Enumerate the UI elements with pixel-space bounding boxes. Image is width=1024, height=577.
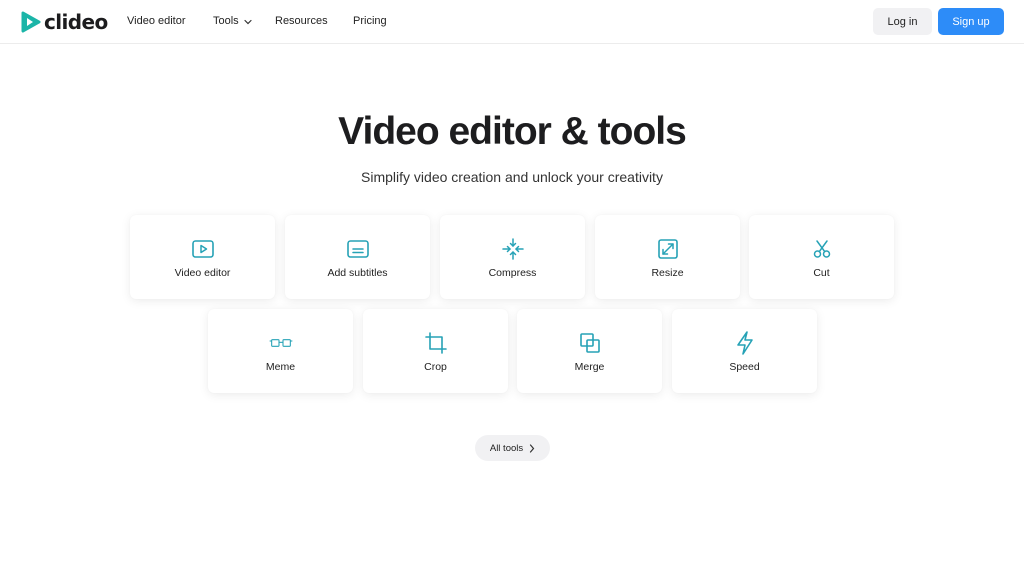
crop-icon bbox=[424, 332, 448, 354]
logo-play-icon bbox=[21, 11, 41, 33]
nav-tools[interactable]: Tools bbox=[213, 15, 252, 28]
chevron-down-icon bbox=[244, 19, 252, 24]
tool-card-video-editor[interactable]: Video editor bbox=[130, 215, 275, 299]
signup-button[interactable]: Sign up bbox=[938, 8, 1004, 35]
scissors-icon bbox=[810, 239, 834, 259]
nav-pricing-label: Pricing bbox=[353, 15, 387, 27]
resize-icon bbox=[656, 239, 680, 259]
clideo-logo[interactable]: clideo bbox=[21, 10, 108, 34]
nav-video-editor-label: Video editor bbox=[127, 15, 186, 27]
chevron-right-icon bbox=[530, 443, 535, 453]
tool-label: Cut bbox=[813, 267, 830, 279]
login-button[interactable]: Log in bbox=[873, 8, 932, 35]
nav-tools-label: Tools bbox=[213, 15, 239, 27]
page-title: Video editor & tools bbox=[338, 110, 687, 153]
subtitles-icon bbox=[346, 239, 370, 259]
tool-label: Speed bbox=[729, 361, 760, 373]
tool-label: Video editor bbox=[174, 267, 231, 279]
tool-card-compress[interactable]: Compress bbox=[440, 215, 585, 299]
tool-label: Meme bbox=[265, 361, 296, 373]
tool-card-cut[interactable]: Cut bbox=[749, 215, 894, 299]
compress-icon bbox=[501, 238, 525, 260]
tool-card-add-subtitles[interactable]: Add subtitles bbox=[285, 215, 430, 299]
tool-card-resize[interactable]: Resize bbox=[595, 215, 740, 299]
tool-label: Add subtitles bbox=[327, 267, 388, 279]
meme-icon bbox=[269, 333, 293, 353]
page-subtitle: Simplify video creation and unlock your … bbox=[361, 169, 663, 185]
tool-card-crop[interactable]: Crop bbox=[363, 309, 508, 393]
nav-video-editor[interactable]: Video editor bbox=[127, 15, 186, 28]
tool-label: Crop bbox=[424, 361, 447, 373]
logo-text: clideo bbox=[44, 10, 108, 34]
play-window-icon bbox=[191, 239, 215, 259]
tool-card-speed[interactable]: Speed bbox=[672, 309, 817, 393]
tool-card-merge[interactable]: Merge bbox=[517, 309, 662, 393]
all-tools-button[interactable]: All tools bbox=[475, 435, 550, 461]
tool-label: Compress bbox=[488, 267, 537, 279]
tool-label: Resize bbox=[651, 267, 684, 279]
site-header: clideo Video editor Tools Resources Pric… bbox=[0, 0, 1024, 44]
lightning-icon bbox=[733, 331, 757, 355]
nav-resources[interactable]: Resources bbox=[275, 15, 328, 28]
nav-pricing[interactable]: Pricing bbox=[353, 15, 387, 28]
all-tools-label: All tools bbox=[489, 442, 524, 454]
nav-resources-label: Resources bbox=[275, 15, 328, 27]
tool-label: Merge bbox=[574, 361, 605, 373]
merge-icon bbox=[578, 333, 602, 353]
tool-card-meme[interactable]: Meme bbox=[208, 309, 353, 393]
